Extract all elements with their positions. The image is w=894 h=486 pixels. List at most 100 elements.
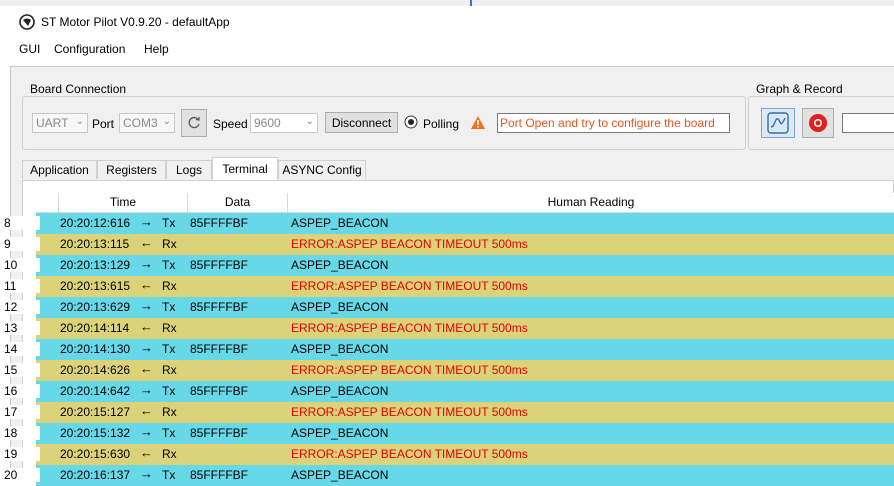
interface-select[interactable]: UART ⌄ bbox=[32, 113, 88, 133]
chevron-down-icon: ⌄ bbox=[305, 116, 314, 127]
table-row[interactable]: 12 20:20:13:629 → Tx 85FFFFBF ASPEP_BEACON bbox=[0, 297, 894, 318]
row-number: 20 bbox=[0, 468, 40, 482]
menu-configuration[interactable]: Configuration bbox=[54, 42, 125, 56]
row-human-reading: ASPEP_BEACON bbox=[291, 468, 389, 482]
table-row[interactable]: 17 20:20:15:127 ← Rx ERROR:ASPEP BEACON TIME… bbox=[0, 402, 894, 423]
row-number: 11 bbox=[0, 279, 40, 293]
table-row[interactable]: 11 20:20:13:615 ← Rx ERROR:ASPEP BEACON TIME… bbox=[0, 276, 894, 297]
table-row[interactable]: 9 20:20:13:115 ← Rx ERROR:ASPEP BEACON TIMEO… bbox=[0, 234, 894, 255]
row-number: 9 bbox=[0, 237, 40, 251]
menu-help[interactable]: Help bbox=[144, 42, 169, 56]
arrow-right-icon: → bbox=[140, 298, 153, 313]
row-data: 85FFFFBF bbox=[190, 468, 249, 482]
row-human-reading: ERROR:ASPEP BEACON TIMEOUT 500ms bbox=[291, 447, 528, 461]
port-select[interactable]: COM3 ⌄ bbox=[119, 113, 175, 133]
table-row[interactable]: 20 20:20:16:137 → Tx 85FFFFBF ASPEP_BEACON bbox=[0, 465, 894, 486]
row-human-reading: ASPEP_BEACON bbox=[291, 384, 389, 398]
row-data: 85FFFFBF bbox=[190, 426, 249, 440]
row-direction: Rx bbox=[162, 405, 177, 419]
speed-value: 9600 bbox=[254, 116, 281, 130]
st-logo-icon bbox=[19, 14, 35, 30]
header-data[interactable]: Data bbox=[188, 193, 288, 213]
tab-registers[interactable]: Registers bbox=[97, 160, 166, 179]
arrow-right-icon: → bbox=[140, 466, 153, 481]
arrow-left-icon: ← bbox=[140, 277, 153, 292]
record-button[interactable] bbox=[802, 108, 834, 138]
header-time[interactable]: Time bbox=[58, 193, 188, 213]
table-row[interactable]: 10 20:20:13:129 → Tx 85FFFFBF ASPEP_BEACON bbox=[0, 255, 894, 276]
record-filename-input[interactable] bbox=[842, 113, 894, 133]
speed-label: Speed bbox=[213, 117, 248, 131]
row-time: 20:20:13:115 bbox=[60, 237, 130, 251]
arrow-left-icon: ← bbox=[140, 445, 153, 460]
graph-button[interactable] bbox=[761, 108, 795, 138]
row-number: 19 bbox=[0, 447, 40, 461]
row-time: 20:20:13:129 bbox=[60, 258, 131, 272]
row-human-reading: ERROR:ASPEP BEACON TIMEOUT 500ms bbox=[291, 237, 528, 251]
background-window-strip bbox=[0, 0, 472, 6]
row-time: 20:20:13:629 bbox=[60, 300, 131, 314]
row-direction: Rx bbox=[162, 363, 177, 377]
port-value: COM3 bbox=[123, 116, 158, 130]
arrow-left-icon: ← bbox=[140, 319, 153, 334]
tab-logs[interactable]: Logs bbox=[166, 160, 212, 179]
row-direction: Rx bbox=[162, 321, 177, 335]
row-direction: Rx bbox=[162, 447, 177, 461]
row-time: 20:20:15:630 bbox=[60, 447, 131, 461]
graph-icon bbox=[767, 112, 789, 134]
table-row[interactable]: 15 20:20:14:626 ← Rx ERROR:ASPEP BEACON TIME… bbox=[0, 360, 894, 381]
table-row[interactable]: 14 20:20:14:130 → Tx 85FFFFBF ASPEP_BEACON bbox=[0, 339, 894, 360]
row-number: 18 bbox=[0, 426, 40, 440]
row-time: 20:20:15:132 bbox=[60, 426, 131, 440]
row-direction: Tx bbox=[162, 300, 176, 314]
row-human-reading: ERROR:ASPEP BEACON TIMEOUT 500ms bbox=[291, 279, 528, 293]
interface-value: UART bbox=[36, 116, 69, 130]
table-row[interactable]: 19 20:20:15:630 ← Rx ERROR:ASPEP BEACON TIME… bbox=[0, 444, 894, 465]
arrow-right-icon: → bbox=[140, 340, 153, 355]
row-direction: Rx bbox=[162, 279, 177, 293]
tab-async-config[interactable]: ASYNC Config bbox=[278, 160, 366, 179]
polling-radio[interactable] bbox=[404, 115, 418, 129]
menu-bar bbox=[0, 38, 894, 60]
table-row[interactable]: 18 20:20:15:132 → Tx 85FFFFBF ASPEP_BEACON bbox=[0, 423, 894, 444]
row-data: 85FFFFBF bbox=[190, 258, 249, 272]
row-human-reading: ERROR:ASPEP BEACON TIMEOUT 500ms bbox=[291, 363, 528, 377]
board-connection-title: Board Connection bbox=[30, 82, 127, 96]
title-bar: ST Motor Pilot V0.9.20 - defaultApp bbox=[0, 0, 894, 38]
row-number: 12 bbox=[0, 300, 40, 314]
menu-gui[interactable]: GUI bbox=[19, 42, 40, 56]
row-direction: Tx bbox=[162, 468, 176, 482]
row-direction: Rx bbox=[162, 237, 177, 251]
table-row[interactable]: 13 20:20:14:114 ← Rx ERROR:ASPEP BEACON TIME… bbox=[0, 318, 894, 339]
row-time: 20:20:13:615 bbox=[60, 279, 131, 293]
tab-terminal[interactable]: Terminal bbox=[212, 157, 278, 181]
row-direction: Tx bbox=[162, 426, 176, 440]
warning-icon bbox=[471, 116, 485, 129]
refresh-ports-button[interactable] bbox=[181, 109, 207, 137]
row-direction: Tx bbox=[162, 384, 176, 398]
arrow-right-icon: → bbox=[140, 424, 153, 439]
table-row[interactable]: 16 20:20:14:642 → Tx 85FFFFBF ASPEP_BEACON bbox=[0, 381, 894, 402]
row-number: 10 bbox=[0, 258, 40, 272]
arrow-left-icon: ← bbox=[140, 361, 153, 376]
table-row[interactable]: 8 20:20:12:616 → Tx 85FFFFBF ASPEP_BEACON bbox=[0, 213, 894, 234]
row-human-reading: ASPEP_BEACON bbox=[291, 426, 389, 440]
polling-label: Polling bbox=[423, 117, 460, 131]
port-label: Port bbox=[92, 117, 115, 131]
row-number: 15 bbox=[0, 363, 40, 377]
row-time: 20:20:14:114 bbox=[60, 321, 130, 335]
disconnect-button[interactable]: Disconnect bbox=[325, 112, 398, 133]
row-human-reading: ASPEP_BEACON bbox=[291, 216, 389, 230]
row-human-reading: ASPEP_BEACON bbox=[291, 258, 389, 272]
row-direction: Tx bbox=[162, 216, 176, 230]
row-number: 17 bbox=[0, 405, 40, 419]
tab-application[interactable]: Application bbox=[22, 160, 97, 179]
header-human-reading[interactable]: Human Reading bbox=[288, 193, 894, 213]
row-number: 8 bbox=[0, 216, 40, 230]
row-time: 20:20:14:626 bbox=[60, 363, 131, 377]
record-icon bbox=[809, 114, 827, 132]
window-title: ST Motor Pilot V0.9.20 - defaultApp bbox=[41, 15, 230, 29]
speed-select[interactable]: 9600 ⌄ bbox=[250, 113, 318, 133]
graph-record-title: Graph & Record bbox=[756, 82, 843, 96]
refresh-icon bbox=[188, 116, 200, 129]
